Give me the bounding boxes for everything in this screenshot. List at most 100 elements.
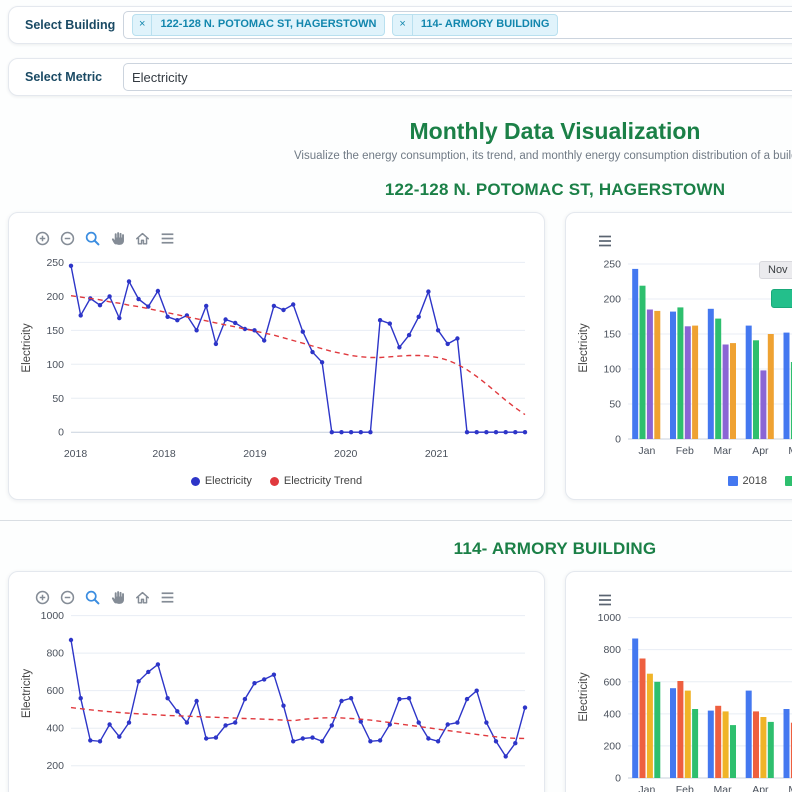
zoom-icon [84, 589, 101, 606]
svg-text:50: 50 [609, 399, 621, 411]
svg-text:150: 150 [603, 329, 621, 341]
svg-text:Electricity: Electricity [578, 672, 590, 721]
section-divider [0, 520, 792, 521]
svg-text:Electricity: Electricity [21, 669, 33, 718]
svg-text:800: 800 [603, 644, 621, 656]
metric-select-label: Select Metric [25, 70, 123, 84]
armory-line-chart[interactable]: 2004006008001000Electricity [17, 600, 539, 792]
bar-chart-menu-button[interactable] [596, 592, 614, 613]
svg-text:May: May [788, 784, 792, 792]
pan-icon [109, 589, 126, 606]
svg-text:1000: 1000 [598, 612, 622, 624]
building-select-dropdown[interactable]: ×122-128 N. POTOMAC ST, HAGERSTOWN×114- … [123, 11, 792, 39]
svg-text:0: 0 [58, 427, 64, 439]
potomac-charts-row: 0 50 100 150 200 250 Electricity 2018 2018 2019 20… [0, 212, 792, 500]
svg-text:800: 800 [46, 648, 64, 660]
legend-label: Electricity [205, 475, 252, 487]
zoom-out-button[interactable] [58, 588, 77, 607]
reset-axes-button[interactable] [133, 588, 152, 607]
svg-text:1000: 1000 [41, 610, 65, 622]
dashboard-app: Select Building ×122-128 N. POTOMAC ST, … [0, 0, 792, 792]
armory-bar-chart[interactable]: 02004006008001000ElectricityJanFebMarApr… [574, 608, 792, 792]
modebar-menu-button[interactable] [158, 588, 177, 607]
svg-text:Electricity: Electricity [21, 323, 33, 372]
legend-marker-square [785, 476, 792, 486]
svg-text:600: 600 [603, 676, 621, 688]
legend-item[interactable]: 2018 [728, 475, 767, 487]
legend-marker-circle [270, 477, 279, 486]
svg-text:2019: 2019 [243, 448, 267, 460]
metric-select-row: Select Metric Electricity [8, 58, 792, 96]
svg-text:2020: 2020 [334, 448, 358, 460]
section-heading-potomac: 122-128 N. POTOMAC ST, HAGERSTOWN [0, 180, 792, 200]
remove-tag-icon[interactable]: × [393, 15, 412, 34]
home-icon [134, 230, 151, 247]
zoom-mode-button[interactable] [83, 588, 102, 607]
legend-label: 2018 [743, 475, 767, 487]
remove-tag-icon[interactable]: × [133, 15, 152, 34]
svg-text:100: 100 [603, 364, 621, 376]
bar-chart-menu-button[interactable] [596, 233, 614, 254]
legend-item[interactable]: Electricity [191, 475, 252, 487]
svg-text:100: 100 [46, 359, 64, 371]
page-title: Monthly Data Visualization [0, 118, 792, 145]
metric-select-dropdown[interactable]: Electricity [123, 63, 792, 91]
building-select-row: Select Building ×122-128 N. POTOMAC ST, … [8, 6, 792, 44]
menu-icon [159, 230, 176, 247]
menu-icon [596, 233, 614, 249]
svg-text:Jan: Jan [638, 784, 655, 792]
selected-building-label: 114- ARMORY BUILDING [413, 15, 558, 34]
armory-line-card: 2004006008001000Electricity [8, 571, 545, 792]
svg-text:200: 200 [603, 740, 621, 752]
svg-text:Jan: Jan [638, 445, 655, 457]
svg-text:200: 200 [46, 291, 64, 303]
legend-item[interactable]: 2019 [785, 475, 792, 487]
svg-text:50: 50 [52, 393, 64, 405]
selected-building-tag[interactable]: ×122-128 N. POTOMAC ST, HAGERSTOWN [132, 14, 385, 35]
svg-text:2018: 2018 [64, 448, 88, 460]
legend-marker-square [728, 476, 738, 486]
potomac-line-legend: Electricity Electricity Trend [9, 475, 544, 487]
svg-text:Feb: Feb [676, 445, 694, 457]
page-subtitle: Visualize the energy consumption, its tr… [0, 150, 792, 162]
hover-label-month: Nov [759, 261, 792, 279]
svg-text:Apr: Apr [752, 784, 769, 792]
potomac-bar-chart[interactable]: 050100150200250ElectricityJanFebMarAprMa… [574, 249, 792, 463]
section-heading-armory: 114- ARMORY BUILDING [0, 539, 792, 559]
svg-text:400: 400 [603, 708, 621, 720]
svg-text:2021: 2021 [425, 448, 449, 460]
potomac-bar-card: 050100150200250ElectricityJanFebMarAprMa… [565, 212, 792, 500]
svg-text:250: 250 [46, 257, 64, 269]
zoom-icon [84, 230, 101, 247]
zoom-out-button[interactable] [58, 229, 77, 248]
svg-text:150: 150 [46, 325, 64, 337]
legend-marker-circle [191, 477, 200, 486]
plotly-modebar [33, 588, 177, 607]
svg-text:Electricity: Electricity [578, 323, 590, 372]
potomac-line-card: 0 50 100 150 200 250 Electricity 2018 2018 2019 20… [8, 212, 545, 500]
reset-axes-button[interactable] [133, 229, 152, 248]
svg-text:Mar: Mar [714, 784, 733, 792]
svg-text:0: 0 [615, 434, 621, 446]
svg-text:May: May [788, 445, 792, 457]
zoom-out-icon [59, 230, 76, 247]
menu-icon [159, 589, 176, 606]
potomac-line-chart[interactable]: 0 50 100 150 200 250 Electricity 2018 2018 2019 20… [17, 249, 539, 463]
menu-icon [596, 592, 614, 608]
legend-item[interactable]: Electricity Trend [270, 475, 362, 487]
hover-label-series [771, 289, 792, 308]
dashboard-viewport: Select Building ×122-128 N. POTOMAC ST, … [0, 0, 792, 792]
selected-building-tag[interactable]: ×114- ARMORY BUILDING [392, 14, 558, 35]
home-icon [134, 589, 151, 606]
pan-button[interactable] [108, 229, 127, 248]
svg-text:600: 600 [46, 685, 64, 697]
zoom-in-button[interactable] [33, 588, 52, 607]
zoom-mode-button[interactable] [83, 229, 102, 248]
armory-charts-row: 2004006008001000Electricity 020040060080… [0, 571, 792, 792]
svg-text:2018: 2018 [152, 448, 176, 460]
zoom-in-button[interactable] [33, 229, 52, 248]
modebar-menu-button[interactable] [158, 229, 177, 248]
svg-text:Mar: Mar [714, 445, 733, 457]
pan-button[interactable] [108, 588, 127, 607]
svg-text:Apr: Apr [752, 445, 769, 457]
